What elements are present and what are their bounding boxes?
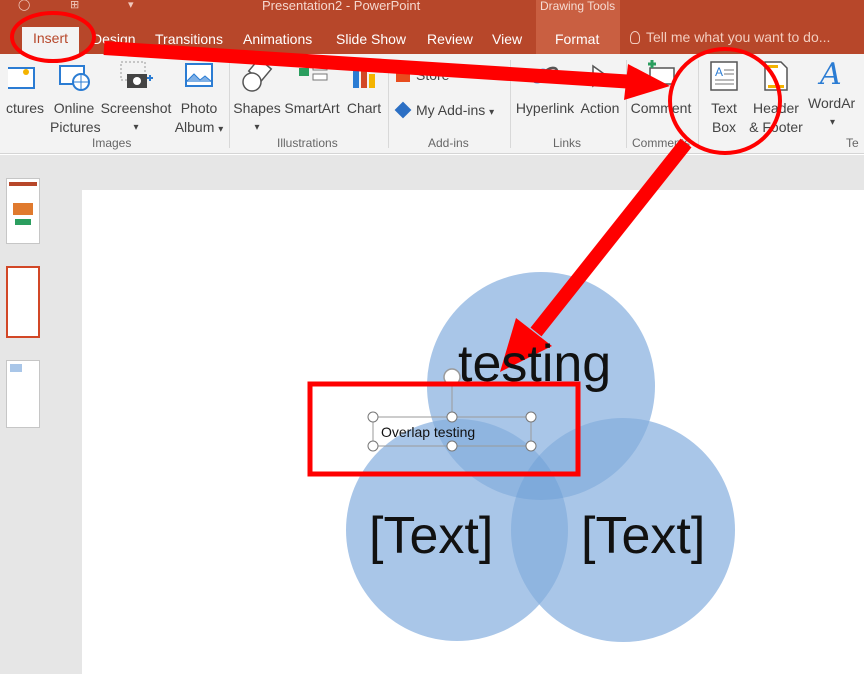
annotation-arrow-head	[624, 64, 670, 100]
resize-handle[interactable]	[525, 411, 537, 423]
annotation-arrow-shaft	[103, 41, 636, 89]
annotation-circle-text-box	[668, 47, 782, 155]
resize-handle[interactable]	[367, 440, 379, 452]
venn-right-text[interactable]: [Text]	[581, 506, 705, 566]
venn-left-text[interactable]: [Text]	[369, 506, 493, 566]
resize-handle[interactable]	[446, 411, 458, 423]
resize-handle[interactable]	[446, 440, 458, 452]
resize-handle[interactable]	[367, 411, 379, 423]
overlap-text-box[interactable]: Overlap testing	[381, 424, 475, 440]
venn-top-text[interactable]: testing	[458, 334, 611, 394]
resize-handle[interactable]	[525, 440, 537, 452]
slide-overlay	[10, 11, 782, 642]
annotation-circle-insert	[10, 11, 96, 63]
